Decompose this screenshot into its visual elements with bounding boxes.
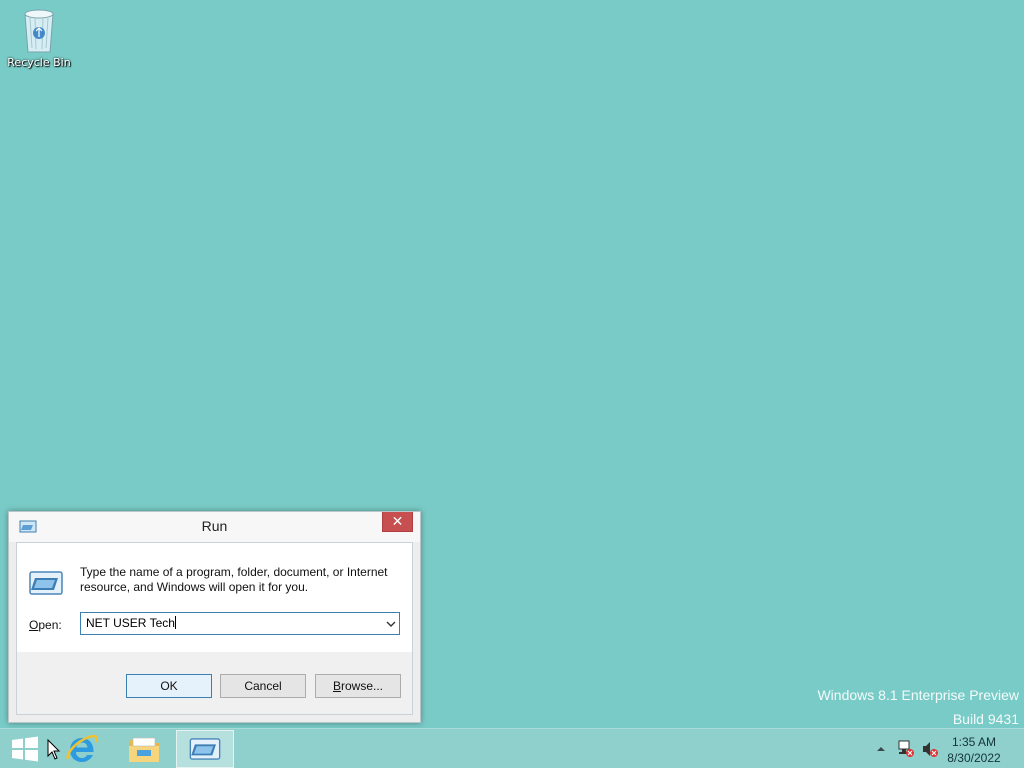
taskbar-run[interactable] — [176, 730, 234, 768]
desktop-icon-recycle-bin[interactable]: Recycle Bin — [4, 6, 74, 76]
show-hidden-icons-button[interactable] — [874, 729, 888, 768]
open-label-mnemonic: O — [29, 618, 39, 632]
run-dialog-titlebar[interactable]: Run ✕ — [9, 512, 420, 542]
speaker-muted-icon — [923, 742, 938, 757]
chevron-down-icon[interactable] — [385, 617, 397, 631]
clock-date: 8/30/2022 — [947, 751, 1001, 765]
recycle-bin-icon — [24, 9, 54, 53]
windows-watermark: Windows 8.1 Enterprise Preview Build 943… — [817, 683, 1019, 731]
run-description: Type the name of a program, folder, docu… — [80, 565, 388, 594]
taskbar: 1:35 AM 8/30/2022 — [0, 728, 1024, 768]
close-button[interactable]: ✕ — [382, 512, 413, 532]
browse-label: rowse... — [341, 679, 384, 693]
network-error-icon — [898, 740, 914, 757]
taskbar-file-explorer[interactable] — [122, 730, 166, 768]
ok-button[interactable]: OK — [126, 674, 212, 698]
run-icon — [189, 738, 221, 760]
start-button[interactable] — [4, 730, 46, 768]
tray-clock[interactable]: 1:35 AM 8/30/2022 — [942, 734, 1006, 766]
watermark-edition: Windows 8.1 Enterprise Preview — [817, 687, 1019, 703]
tray-volume[interactable] — [920, 729, 940, 768]
internet-explorer-icon — [66, 734, 98, 762]
clock-time: 1:35 AM — [951, 735, 997, 749]
tray-network[interactable] — [896, 729, 916, 768]
open-combobox[interactable]: NET USER Tech — [80, 612, 400, 635]
open-label-text: pen: — [38, 618, 62, 632]
mouse-cursor-icon — [47, 739, 61, 760]
open-label: Open: — [29, 618, 62, 632]
cancel-button[interactable]: Cancel — [220, 674, 306, 698]
taskbar-internet-explorer[interactable] — [60, 730, 104, 768]
text-caret — [174, 616, 176, 629]
open-input[interactable]: NET USER Tech — [86, 616, 176, 630]
folder-icon — [129, 737, 159, 762]
browse-mnemonic: B — [332, 679, 341, 693]
browse-button[interactable]: Browse... — [315, 674, 401, 698]
chevron-up-icon — [877, 747, 885, 751]
run-dialog-title: Run — [201, 518, 228, 534]
run-icon — [29, 571, 63, 595]
desktop-icon-label: Recycle Bin — [7, 56, 71, 69]
windows-logo-icon — [12, 736, 38, 762]
open-input-value: NET USER Tech — [86, 616, 175, 630]
